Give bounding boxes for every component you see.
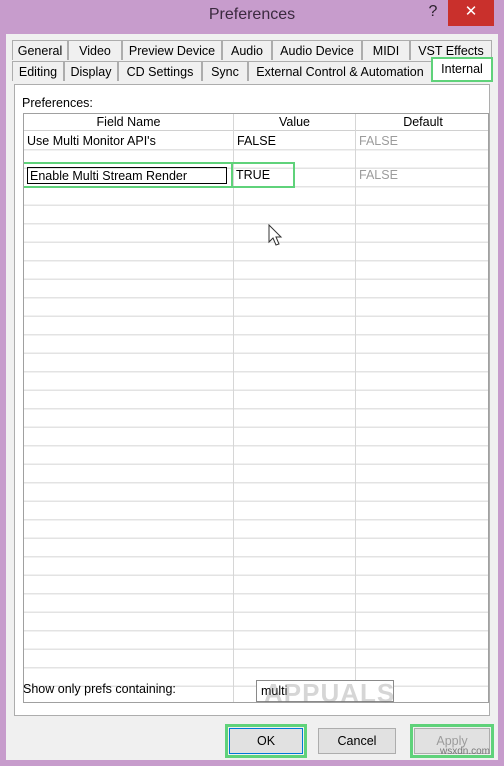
tab-general[interactable]: General xyxy=(12,40,68,60)
close-button[interactable]: ✕ xyxy=(448,0,494,26)
dialog-client: General Video Preview Device Audio Audio… xyxy=(6,34,498,760)
tab-preview-device[interactable]: Preview Device xyxy=(122,40,222,60)
column-header-default[interactable]: Default xyxy=(356,114,488,131)
tab-cd-settings[interactable]: CD Settings xyxy=(118,61,202,81)
tab-vst-effects[interactable]: VST Effects xyxy=(410,40,492,60)
tab-midi[interactable]: MIDI xyxy=(362,40,410,60)
tab-audio[interactable]: Audio xyxy=(222,40,272,60)
row-value[interactable]: TRUE xyxy=(231,162,295,188)
row-value[interactable]: FALSE xyxy=(234,132,355,150)
mouse-cursor-icon xyxy=(268,224,283,246)
filter-label: Show only prefs containing: xyxy=(23,682,176,696)
row-field-name[interactable]: Enable Multi Stream Render xyxy=(27,167,227,184)
row-default: FALSE xyxy=(359,168,398,182)
preferences-label: Preferences: xyxy=(22,96,93,110)
help-button[interactable]: ? xyxy=(418,0,448,26)
row-default: FALSE xyxy=(359,134,398,148)
row-field-name-highlight: Enable Multi Stream Render xyxy=(24,162,233,188)
tab-video[interactable]: Video xyxy=(68,40,122,60)
column-header-value[interactable]: Value xyxy=(234,114,355,131)
column-header-field[interactable]: Field Name xyxy=(24,114,233,131)
tab-sync[interactable]: Sync xyxy=(202,61,248,81)
ok-button[interactable]: OK xyxy=(225,724,307,758)
tab-audio-device[interactable]: Audio Device xyxy=(272,40,362,60)
tab-editing[interactable]: Editing xyxy=(12,61,64,81)
tab-display[interactable]: Display xyxy=(64,61,118,81)
tab-internal[interactable]: Internal xyxy=(431,57,493,82)
preferences-grid[interactable]: Field Name Value Default Use Multi Monit… xyxy=(23,113,489,703)
tab-external-control[interactable]: External Control & Automation xyxy=(248,61,432,81)
preferences-window: Preferences ? ✕ General Video Preview De… xyxy=(0,0,504,766)
filter-input[interactable] xyxy=(256,680,394,702)
row-field-name[interactable]: Use Multi Monitor API's xyxy=(24,132,233,150)
site-watermark: wsxdn.com xyxy=(440,746,491,757)
cancel-button[interactable]: Cancel xyxy=(318,728,396,754)
title-bar[interactable]: Preferences ? ✕ xyxy=(0,0,504,30)
